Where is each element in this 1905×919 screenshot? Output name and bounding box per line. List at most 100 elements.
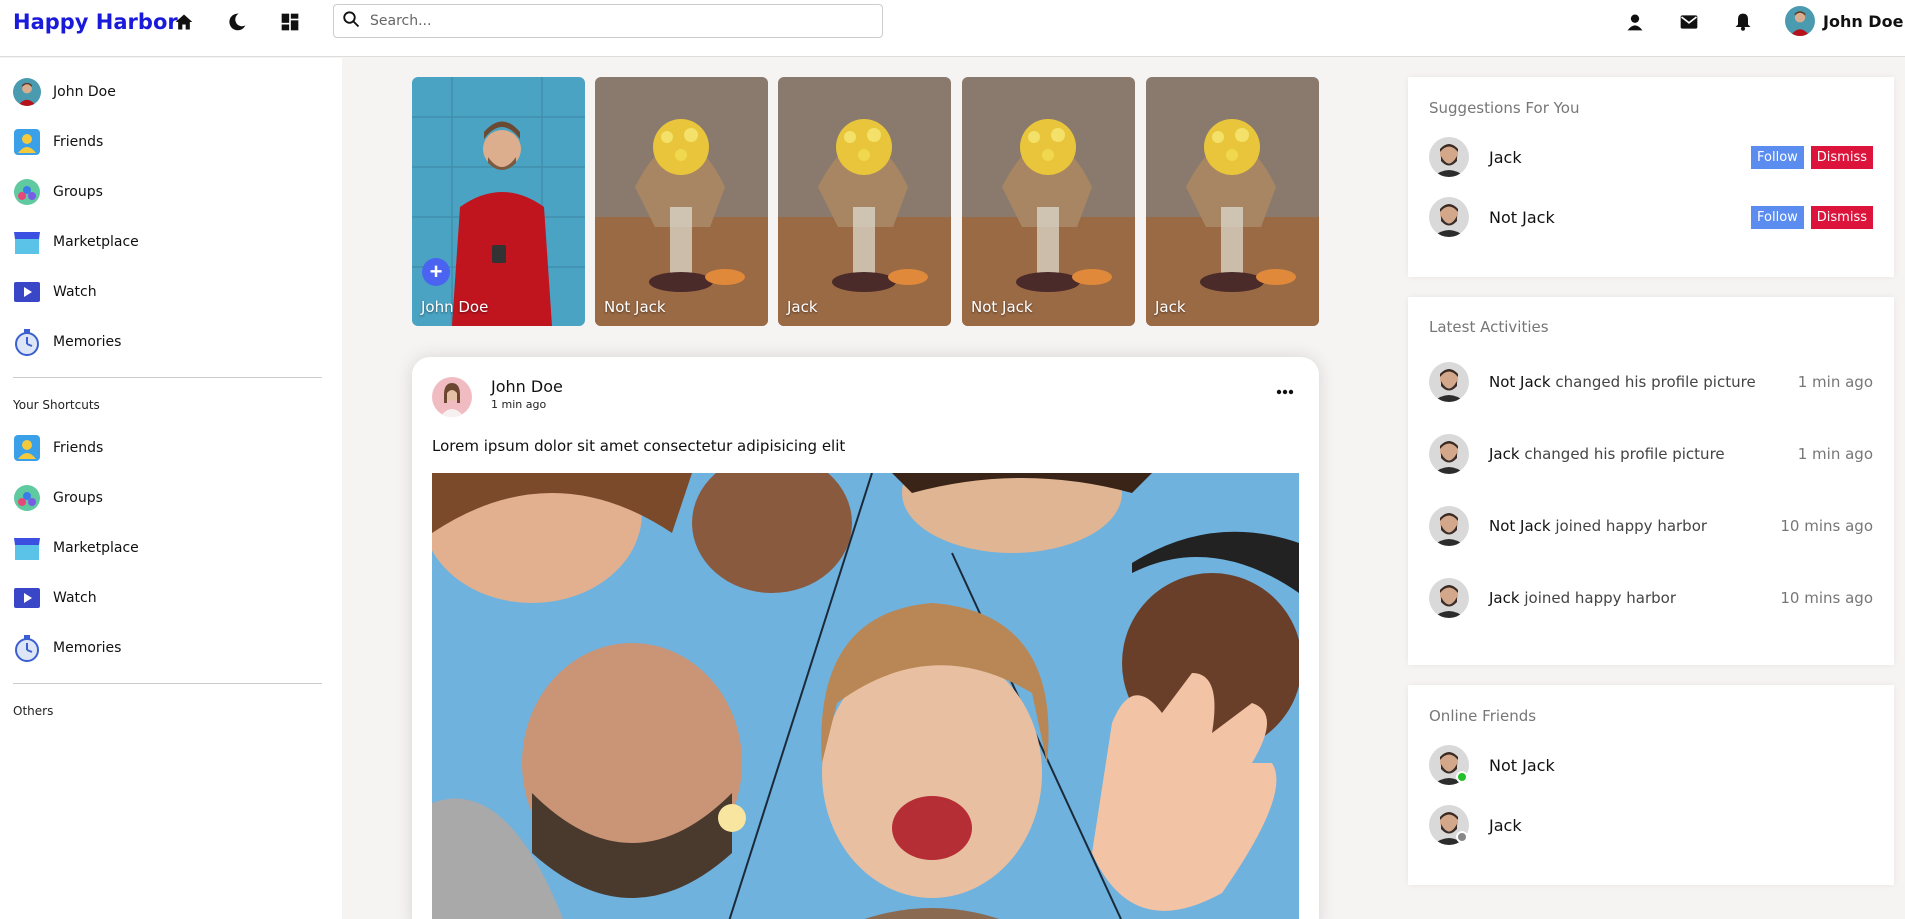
- sidebar-item-watch[interactable]: Watch: [13, 278, 97, 306]
- activity-action: changed his profile picture: [1555, 373, 1756, 391]
- shortcut-item-groups[interactable]: Groups: [13, 484, 103, 512]
- dismiss-button[interactable]: Dismiss: [1810, 145, 1873, 169]
- shortcut-item-label: Marketplace: [53, 540, 139, 556]
- activity-time: 1 min ago: [1797, 445, 1873, 463]
- activity-time: 1 min ago: [1797, 373, 1873, 391]
- suggestion-user-name[interactable]: Jack: [1489, 148, 1522, 167]
- offline-status-dot: [1456, 831, 1468, 843]
- user-menu[interactable]: John Doe: [1785, 6, 1903, 36]
- story-card[interactable]: Jack: [778, 77, 951, 326]
- friend-name[interactable]: Not Jack: [1489, 756, 1555, 775]
- suggestion-row: Not Jack Follow Dismiss: [1429, 197, 1873, 237]
- left-sidebar: John Doe Friends Groups Marketplace Watc…: [0, 58, 342, 919]
- activity-text: Not Jack changed his profile picture: [1489, 373, 1798, 391]
- shortcut-item-label: Watch: [53, 590, 97, 606]
- search-icon: [342, 10, 360, 33]
- shortcut-item-watch[interactable]: Watch: [13, 584, 97, 612]
- user-name: John Doe: [1823, 11, 1904, 31]
- dark-mode-icon[interactable]: [224, 9, 250, 35]
- activity-row: Not Jack joined happy harbor 10 mins ago: [1429, 506, 1873, 546]
- story-image: [778, 77, 951, 326]
- activity-user-name[interactable]: Not Jack: [1489, 517, 1551, 535]
- activity-text: Jack joined happy harbor: [1489, 589, 1780, 607]
- activity-action: changed his profile picture: [1524, 445, 1725, 463]
- post-timestamp: 1 min ago: [491, 398, 547, 411]
- shortcut-item-label: Memories: [53, 640, 122, 656]
- suggestions-panel: Suggestions For You Jack Follow Dismiss …: [1408, 77, 1894, 277]
- story-image: [595, 77, 768, 326]
- sidebar-item-profile[interactable]: John Doe: [13, 78, 116, 106]
- shortcut-item-memories[interactable]: Memories: [13, 634, 121, 662]
- dismiss-button[interactable]: Dismiss: [1810, 205, 1873, 229]
- shortcut-item-marketplace[interactable]: Marketplace: [13, 534, 139, 562]
- shortcuts-title: Your Shortcuts: [13, 398, 100, 412]
- marketplace-icon: [13, 534, 41, 562]
- feed-post: John Doe 1 min ago Lorem ipsum dolor sit…: [412, 357, 1319, 919]
- activity-time: 10 mins ago: [1780, 589, 1873, 607]
- story-name: Jack: [787, 298, 818, 316]
- home-icon[interactable]: [171, 9, 197, 35]
- search-bar[interactable]: [333, 4, 883, 38]
- user-avatar[interactable]: [1429, 578, 1469, 618]
- story-name: John Doe: [421, 298, 489, 316]
- activity-user-name[interactable]: Not Jack: [1489, 373, 1551, 391]
- friend-name[interactable]: Jack: [1489, 816, 1522, 835]
- friends-icon: [13, 434, 41, 462]
- story-name: Not Jack: [971, 298, 1033, 316]
- activity-user-name[interactable]: Jack: [1489, 445, 1520, 463]
- sidebar-item-memories[interactable]: Memories: [13, 328, 121, 356]
- app-logo[interactable]: Happy Harbor: [13, 10, 178, 34]
- suggestion-row: Jack Follow Dismiss: [1429, 137, 1873, 177]
- post-author-avatar[interactable]: [432, 377, 472, 417]
- activity-time: 10 mins ago: [1780, 517, 1873, 535]
- sidebar-item-label: Watch: [53, 284, 97, 300]
- user-avatar[interactable]: [1429, 137, 1469, 177]
- apps-grid-icon[interactable]: [277, 9, 303, 35]
- shortcut-item-friends[interactable]: Friends: [13, 434, 103, 462]
- activity-user-name[interactable]: Jack: [1489, 589, 1520, 607]
- friend-avatar: [1429, 745, 1469, 785]
- watch-icon: [13, 278, 41, 306]
- activity-action: joined happy harbor: [1555, 517, 1708, 535]
- user-avatar[interactable]: [1429, 362, 1469, 402]
- story-name: Not Jack: [604, 298, 666, 316]
- user-avatar: [1785, 6, 1815, 36]
- marketplace-icon: [13, 228, 41, 256]
- memories-icon: [13, 328, 41, 356]
- online-friend-row[interactable]: Not Jack: [1429, 745, 1873, 785]
- add-story-button[interactable]: +: [422, 258, 450, 286]
- sidebar-item-label: Marketplace: [53, 234, 139, 250]
- post-image[interactable]: [432, 473, 1299, 919]
- story-card[interactable]: Not Jack: [595, 77, 768, 326]
- sidebar-item-marketplace[interactable]: Marketplace: [13, 228, 139, 256]
- story-card-own[interactable]: + John Doe: [412, 77, 585, 326]
- sidebar-item-groups[interactable]: Groups: [13, 178, 103, 206]
- more-options-icon[interactable]: [1276, 382, 1294, 400]
- activity-row: Jack joined happy harbor 10 mins ago: [1429, 578, 1873, 618]
- story-card[interactable]: Not Jack: [962, 77, 1135, 326]
- sidebar-item-friends[interactable]: Friends: [13, 128, 103, 156]
- search-input[interactable]: [370, 13, 850, 29]
- story-image: [962, 77, 1135, 326]
- sidebar-item-label: John Doe: [53, 84, 116, 100]
- activities-title: Latest Activities: [1429, 318, 1549, 336]
- post-author-name[interactable]: John Doe: [491, 377, 563, 396]
- profile-icon[interactable]: [1622, 9, 1648, 35]
- shortcut-item-label: Friends: [53, 440, 104, 456]
- groups-icon: [13, 484, 41, 512]
- user-avatar[interactable]: [1429, 434, 1469, 474]
- online-friend-row[interactable]: Jack: [1429, 805, 1873, 845]
- online-friends-title: Online Friends: [1429, 707, 1537, 725]
- story-card[interactable]: Jack: [1146, 77, 1319, 326]
- notification-bell-icon[interactable]: [1730, 9, 1756, 35]
- user-avatar[interactable]: [1429, 197, 1469, 237]
- post-text: Lorem ipsum dolor sit amet consectetur a…: [432, 437, 846, 455]
- friend-avatar: [1429, 805, 1469, 845]
- follow-button[interactable]: Follow: [1751, 145, 1804, 169]
- user-avatar[interactable]: [1429, 506, 1469, 546]
- activity-action: joined happy harbor: [1524, 589, 1676, 607]
- activity-row: Not Jack changed his profile picture 1 m…: [1429, 362, 1873, 402]
- suggestion-user-name[interactable]: Not Jack: [1489, 208, 1555, 227]
- mail-icon[interactable]: [1676, 9, 1702, 35]
- follow-button[interactable]: Follow: [1751, 205, 1804, 229]
